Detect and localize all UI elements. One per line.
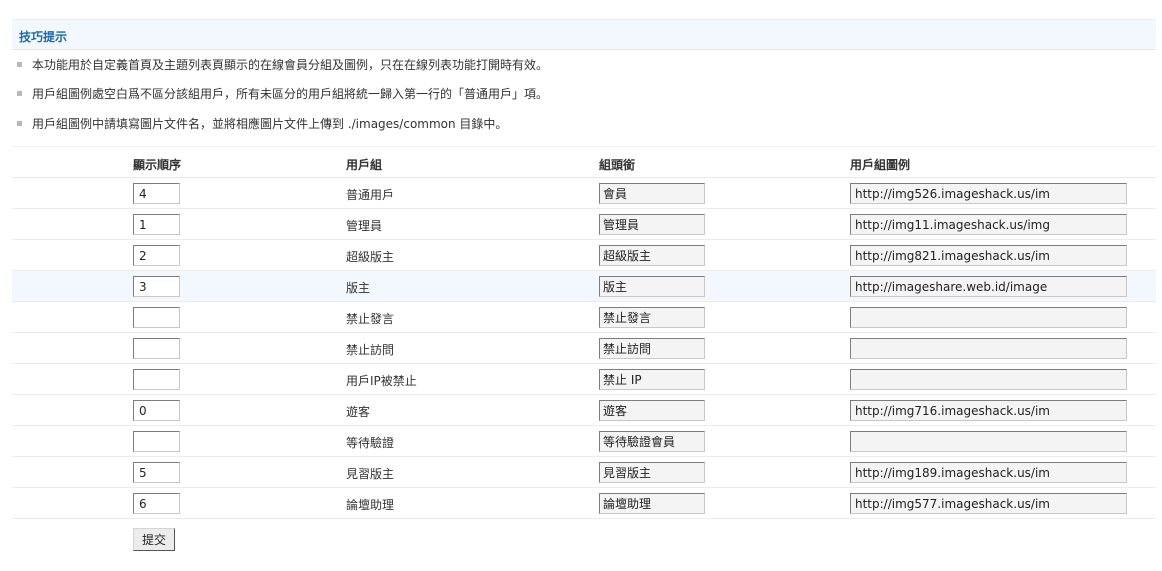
table-row: 見習版主 <box>12 457 1156 488</box>
table-row: 禁止發言 <box>12 302 1156 333</box>
group-icon-input[interactable] <box>850 369 1127 390</box>
group-title-input[interactable] <box>599 338 705 359</box>
display-order-input[interactable] <box>133 400 180 421</box>
group-title-input[interactable] <box>599 245 705 266</box>
user-group-name: 遊客 <box>346 405 371 419</box>
display-order-input[interactable] <box>133 245 180 266</box>
column-header-group: 用戶組 <box>346 158 383 172</box>
display-order-input[interactable] <box>133 214 180 235</box>
table-header: 顯示順序 用戶組 組頭銜 用戶組圖例 <box>12 146 1156 178</box>
user-group-name: 論壇助理 <box>346 498 395 512</box>
bullet-icon <box>17 62 22 67</box>
table-row: 管理員 <box>12 209 1156 240</box>
tips-title: 技巧提示 <box>19 30 68 44</box>
group-icon-input[interactable] <box>850 400 1127 421</box>
group-icon-input[interactable] <box>850 245 1127 266</box>
group-icon-input[interactable] <box>850 183 1127 204</box>
table-row: 論壇助理 <box>12 488 1156 519</box>
group-icon-input[interactable] <box>850 462 1127 483</box>
group-title-input[interactable] <box>599 307 705 328</box>
group-title-input[interactable] <box>599 462 705 483</box>
tip-text: 用戶組圖例中請填寫圖片文件名，並將相應圖片文件上傳到 ./images/comm… <box>32 117 508 131</box>
user-group-name: 普通用戶 <box>346 188 395 202</box>
user-group-name: 版主 <box>346 281 371 295</box>
group-icon-input[interactable] <box>850 338 1127 359</box>
table-row: 禁止訪問 <box>12 333 1156 364</box>
group-icon-input[interactable] <box>850 276 1127 297</box>
user-group-name: 管理員 <box>346 219 383 233</box>
display-order-input[interactable] <box>133 462 180 483</box>
display-order-input[interactable] <box>133 493 180 514</box>
group-title-input[interactable] <box>599 183 705 204</box>
user-group-name: 用戶IP被禁止 <box>346 374 417 388</box>
group-title-input[interactable] <box>599 369 705 390</box>
group-icon-input[interactable] <box>850 307 1127 328</box>
group-title-input[interactable] <box>599 493 705 514</box>
group-title-input[interactable] <box>599 214 705 235</box>
tips-header: 技巧提示 <box>12 19 1156 50</box>
user-group-name: 見習版主 <box>346 467 395 481</box>
display-order-input[interactable] <box>133 431 180 452</box>
display-order-input[interactable] <box>133 183 180 204</box>
display-order-input[interactable] <box>133 307 180 328</box>
group-icon-input[interactable] <box>850 214 1127 235</box>
table-row: 超級版主 <box>12 240 1156 271</box>
table-row: 遊客 <box>12 395 1156 426</box>
table-row: 用戶IP被禁止 <box>12 364 1156 395</box>
display-order-input[interactable] <box>133 276 180 297</box>
group-table: 顯示順序 用戶組 組頭銜 用戶組圖例 普通用戶管理員超級版主版主禁止發言禁止訪問… <box>12 146 1156 520</box>
group-icon-input[interactable] <box>850 493 1127 514</box>
bullet-icon <box>17 91 22 96</box>
group-title-input[interactable] <box>599 431 705 452</box>
column-header-order: 顯示順序 <box>133 158 182 172</box>
table-row: 普通用戶 <box>12 178 1156 209</box>
user-group-name: 禁止發言 <box>346 312 395 326</box>
bullet-icon <box>17 121 22 126</box>
user-group-name: 禁止訪問 <box>346 343 395 357</box>
table-row: 版主 <box>12 271 1156 302</box>
user-group-name: 超級版主 <box>346 250 395 264</box>
column-header-title: 組頭銜 <box>599 158 636 172</box>
table-row: 等待驗證 <box>12 426 1156 457</box>
display-order-input[interactable] <box>133 369 180 390</box>
column-header-icon: 用戶組圖例 <box>850 158 911 172</box>
submit-button[interactable]: 提交 <box>133 528 175 551</box>
display-order-input[interactable] <box>133 338 180 359</box>
tip-text: 本功能用於自定義首頁及主題列表頁顯示的在線會員分組及圖例，只在在線列表功能打開時… <box>32 58 549 72</box>
user-group-name: 等待驗證 <box>346 436 395 450</box>
group-title-input[interactable] <box>599 400 705 421</box>
tip-text: 用戶組圖例處空白爲不區分該組用戶，所有未區分的用戶組將統一歸入第一行的「普通用戶… <box>32 87 549 101</box>
group-title-input[interactable] <box>599 276 705 297</box>
group-icon-input[interactable] <box>850 431 1127 452</box>
